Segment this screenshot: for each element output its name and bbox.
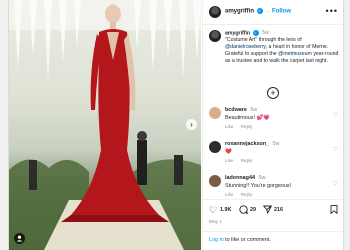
separator-dot: · [266, 8, 269, 15]
like-count: 1.9K [220, 207, 232, 213]
comment-heart-icon[interactable]: ♡ [333, 180, 338, 187]
comment-username[interactable]: ladonnag44 [225, 175, 255, 181]
share-icon[interactable] [263, 205, 272, 216]
caption-username[interactable]: amygriffin [225, 30, 250, 36]
next-image-button[interactable]: › [186, 119, 197, 130]
comment-heart-icon[interactable]: ♡ [333, 112, 338, 119]
mention-link[interactable]: @metmuseum [278, 51, 312, 57]
post-header: amygriffin ✓ · Follow ••• [203, 0, 343, 25]
paper-plane-icon [263, 205, 272, 214]
comment-header: ladonnag44 5w [225, 175, 265, 181]
instagram-post-card: › amygriffin ✓ · Follow ••• amygriffin ✓ [8, 0, 344, 250]
login-rest-text: to like or comment. [223, 237, 271, 243]
comment-actions: Like Reply [225, 192, 258, 197]
avatar[interactable] [209, 107, 221, 119]
bookmark-icon[interactable] [330, 205, 338, 216]
comment-emoji: ❤️ [225, 149, 232, 155]
heart-icon[interactable]: ♡ [209, 205, 217, 215]
share-count: 216 [274, 207, 283, 213]
caption-time: 5w [261, 30, 269, 37]
comment-text: ❤️ [225, 149, 232, 155]
follow-button[interactable]: Follow [272, 9, 291, 15]
photo-illustration [9, 0, 201, 250]
save-bookmark-icon [330, 205, 338, 214]
comment-bubble-icon [239, 205, 249, 215]
comment-header: bcdware 5w [225, 107, 257, 113]
comment-item: bcdware 5w Beautimous! 💕💗 Like Reply ♡ [203, 106, 343, 134]
comment-time: 5w [272, 141, 280, 147]
login-link[interactable]: Log in [209, 237, 224, 243]
comment-like-button[interactable]: Like [225, 124, 233, 129]
comment-time: 5w [258, 175, 266, 181]
tagged-users-button[interactable] [14, 233, 25, 244]
comment-time: 5w [250, 107, 258, 113]
login-text: Log in to like or comment. [209, 237, 271, 243]
comment-text: Beautimous! 💕💗 [225, 115, 270, 121]
post-date: May 1 [209, 220, 223, 225]
comment-heart-icon[interactable]: ♡ [333, 146, 338, 153]
comment-body: Stunning!! You're gorgeous! [225, 183, 292, 189]
comment-actions: Like Reply [225, 158, 258, 163]
comment-item: ladonnag44 5w Stunning!! You're gorgeous… [203, 174, 343, 202]
comment-username[interactable]: roxannejackson_ [225, 141, 269, 147]
verified-badge-icon: ✓ [256, 8, 263, 14]
username-link[interactable]: amygriffin [225, 9, 254, 15]
comment-reply-button[interactable]: Reply [241, 124, 253, 129]
comment-reply-button[interactable]: Reply [241, 192, 253, 197]
comment-body: Beautimous! [225, 115, 255, 121]
post-author: amygriffin ✓ · Follow [225, 8, 291, 15]
comment-like-button[interactable]: Like [225, 192, 233, 197]
verified-badge-icon: ✓ [252, 30, 259, 36]
avatar[interactable] [209, 30, 221, 42]
comment-header: roxannejackson_ 5w [225, 141, 279, 147]
comment-emoji: 💕💗 [256, 115, 270, 121]
comment-item: roxannejackson_ 5w ❤️ Like Reply ♡ [203, 140, 343, 168]
comment-icon[interactable] [239, 205, 249, 216]
avatar[interactable] [209, 175, 221, 187]
avatar[interactable] [209, 141, 221, 153]
post-side-panel: amygriffin ✓ · Follow ••• amygriffin ✓ 5… [202, 0, 343, 250]
comment-reply-button[interactable]: Reply [241, 158, 253, 163]
post-action-bar: ♡ 1.9K 29 216 [203, 199, 343, 218]
avatar[interactable] [209, 6, 221, 18]
load-more-comments-button[interactable]: + [267, 87, 279, 99]
caption-text-start: "Costume Art" through the lens of [225, 37, 302, 44]
user-tag-icon [16, 235, 23, 242]
more-options-button[interactable]: ••• [326, 6, 338, 16]
comment-text: Stunning!! You're gorgeous! [225, 183, 291, 189]
comment-username[interactable]: bcdware [225, 107, 247, 113]
caption-text: amygriffin ✓ 5w "Costume Art" through th… [225, 30, 339, 65]
comment-actions: Like Reply [225, 124, 258, 129]
comment-count: 29 [250, 207, 256, 213]
post-photo[interactable]: › [9, 0, 201, 250]
comment-like-button[interactable]: Like [225, 158, 233, 163]
mention-link[interactable]: @danielroseberry [225, 44, 266, 50]
login-prompt: Log in to like or comment. [203, 231, 343, 250]
